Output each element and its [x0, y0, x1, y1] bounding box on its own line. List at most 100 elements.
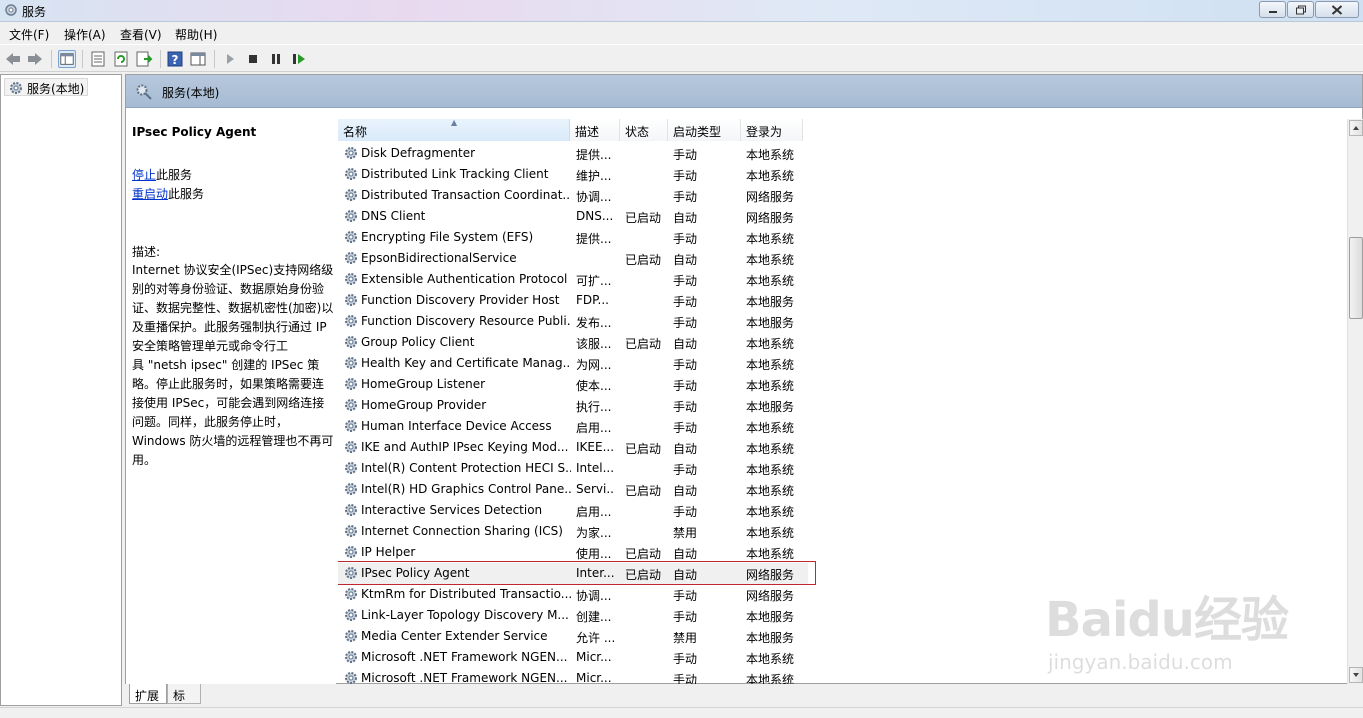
back-arrow-icon[interactable]: [4, 50, 22, 68]
service-description-cell: 为网...: [576, 358, 612, 372]
menu-action[interactable]: 操作(A): [64, 26, 106, 43]
service-row[interactable]: Link-Layer Topology Discovery M... 创建... 手…: [338, 605, 808, 626]
service-logon-cell: 本地系统: [746, 442, 795, 456]
export-list-icon[interactable]: [135, 50, 153, 68]
service-row[interactable]: IKE and AuthIP IPsec Keying Mod... IKEE..…: [338, 437, 808, 458]
tree-node-services-local[interactable]: 服务(本地): [4, 78, 89, 96]
service-gear-icon: [343, 271, 359, 287]
action-pane-icon[interactable]: [189, 50, 207, 68]
service-name-cell: KtmRm for Distributed Transactio...: [361, 587, 571, 601]
menu-file[interactable]: 文件(F): [9, 26, 49, 43]
service-description-cell: 协调...: [576, 190, 612, 204]
extended-description-pane: IPsec Policy Agent 停止此服务 重启动此服务 描述: Inte…: [126, 109, 336, 684]
column-header-description[interactable]: 描述: [570, 119, 620, 141]
restart-service-line: 重启动此服务: [132, 185, 204, 202]
menu-help[interactable]: 帮助(H): [175, 26, 217, 43]
service-row[interactable]: Extensible Authentication Protocol 可扩... 手…: [338, 269, 808, 290]
column-header-startup-type[interactable]: 启动类型: [668, 119, 741, 141]
service-row[interactable]: Microsoft .NET Framework NGEN... Micr... 手…: [338, 668, 808, 685]
description-label: 描述:: [132, 245, 161, 259]
stop-service-link[interactable]: 停止: [132, 168, 156, 182]
console-tree-icon[interactable]: [58, 50, 76, 68]
service-row[interactable]: Interactive Services Detection 启用... 手动 本地系…: [338, 500, 808, 521]
service-status-cell: 已启动: [625, 442, 662, 456]
properties-icon[interactable]: [89, 50, 107, 68]
service-row[interactable]: EpsonBidirectionalService 已启动 自动 本地系统: [338, 248, 808, 269]
service-logon-cell: 本地服务: [746, 400, 795, 414]
service-description-cell: DNS...: [576, 209, 614, 223]
service-name-cell: IP Helper: [361, 545, 416, 559]
service-row[interactable]: Distributed Transaction Coordinat... 协调..…: [338, 185, 808, 206]
scroll-thumb[interactable]: [1349, 237, 1363, 319]
console-tree: 服务(本地): [0, 74, 122, 706]
restart-service-link[interactable]: 重启动: [132, 187, 168, 201]
column-header-status[interactable]: 状态: [620, 119, 668, 141]
service-description-cell: FDP...: [576, 293, 609, 307]
service-row[interactable]: Distributed Link Tracking Client 维护... 手动 本…: [338, 164, 808, 185]
minimize-button[interactable]: [1259, 1, 1286, 18]
service-gear-icon: [343, 145, 359, 161]
service-startup-type-cell: 手动: [673, 400, 698, 414]
service-name-cell: Media Center Extender Service: [361, 629, 548, 643]
help-icon[interactable]: ?: [166, 50, 184, 68]
service-name-cell: Interactive Services Detection: [361, 503, 543, 517]
refresh-icon[interactable]: [112, 50, 130, 68]
service-description-cell: 协调...: [576, 589, 612, 603]
service-row[interactable]: Group Policy Client 该服... 已启动 自动 本地系统: [338, 332, 808, 353]
tab-extended[interactable]: 扩展: [129, 684, 167, 704]
service-row[interactable]: Intel(R) Content Protection HECI S... Int…: [338, 458, 808, 479]
service-row[interactable]: Function Discovery Resource Publi... 发布..…: [338, 311, 808, 332]
service-row[interactable]: Health Key and Certificate Manag... 为网...…: [338, 353, 808, 374]
view-tabs: 扩展 标准: [125, 684, 1363, 718]
service-row[interactable]: DNS Client DNS... 已启动 自动 网络服务: [338, 206, 808, 227]
pause-icon[interactable]: [267, 50, 285, 68]
service-row[interactable]: HomeGroup Provider 执行... 手动 本地服务: [338, 395, 808, 416]
description-line: 具 "netsh ipsec" 创建的 IPSec 策: [132, 358, 320, 372]
service-description-cell: 启用...: [576, 421, 612, 435]
service-startup-type-cell: 手动: [673, 421, 698, 435]
service-startup-type-cell: 手动: [673, 463, 698, 477]
tab-standard[interactable]: 标准: [167, 684, 201, 718]
service-row[interactable]: HomeGroup Listener 使本... 手动 本地系统: [338, 374, 808, 395]
service-row[interactable]: Encrypting File System (EFS) 提供... 手动 本地系统: [338, 227, 808, 248]
service-row[interactable]: Intel(R) HD Graphics Control Pane... Serv…: [338, 479, 808, 500]
service-row[interactable]: Media Center Extender Service 允许 ... 禁用 本地服…: [338, 626, 808, 647]
maximize-button[interactable]: [1287, 1, 1314, 18]
service-gear-icon: [343, 166, 359, 182]
service-row[interactable]: Function Discovery Provider Host FDP... 手动…: [338, 290, 808, 311]
service-name-cell: Intel(R) Content Protection HECI S...: [361, 461, 571, 475]
service-row[interactable]: Human Interface Device Access 启用... 手动 本地系统: [338, 416, 808, 437]
description-line: 证、数据完整性、数据机密性(加密)以: [132, 301, 334, 315]
service-description-cell: IKEE...: [576, 440, 614, 454]
forward-arrow-icon[interactable]: [26, 50, 44, 68]
magnifier-gear-icon: [136, 84, 152, 100]
service-row[interactable]: Disk Defragmenter 提供... 手动 本地系统: [338, 143, 808, 164]
restart-icon[interactable]: [290, 50, 308, 68]
service-startup-type-cell: 自动: [673, 442, 698, 456]
scroll-down-button[interactable]: [1349, 667, 1363, 683]
service-row[interactable]: KtmRm for Distributed Transactio... 协调...…: [338, 584, 808, 605]
column-header-name[interactable]: ▲ 名称: [338, 119, 570, 141]
service-description-cell: 维护...: [576, 169, 612, 183]
description-line: 用。: [132, 453, 157, 467]
service-description-cell: 允许 ...: [576, 631, 614, 645]
scroll-up-button[interactable]: [1349, 120, 1363, 136]
service-logon-cell: 本地系统: [746, 421, 795, 435]
service-row[interactable]: Microsoft .NET Framework NGEN... Micr... 手…: [338, 647, 808, 668]
close-button[interactable]: [1315, 1, 1359, 18]
stop-icon[interactable]: [244, 50, 262, 68]
menu-view[interactable]: 查看(V): [120, 26, 162, 43]
service-row[interactable]: IP Helper 使用... 已启动 自动 本地系统: [338, 542, 808, 563]
description-line: 安全策略管理单元或命令行工: [132, 339, 289, 353]
service-name-cell: Human Interface Device Access: [361, 419, 552, 433]
column-header-log-on-as[interactable]: 登录为: [741, 119, 803, 141]
service-row[interactable]: IPsec Policy Agent Inter... 已启动 自动 网络服务: [338, 563, 808, 584]
service-gear-icon: [343, 649, 359, 665]
service-startup-type-cell: 手动: [673, 148, 698, 162]
service-logon-cell: 本地系统: [746, 274, 795, 288]
vertical-scrollbar[interactable]: [1347, 119, 1363, 685]
service-row[interactable]: Internet Connection Sharing (ICS) 为家... 禁用…: [338, 521, 808, 542]
play-icon[interactable]: [221, 50, 239, 68]
chevron-up-icon: [1353, 126, 1359, 130]
service-logon-cell: 本地系统: [746, 358, 795, 372]
